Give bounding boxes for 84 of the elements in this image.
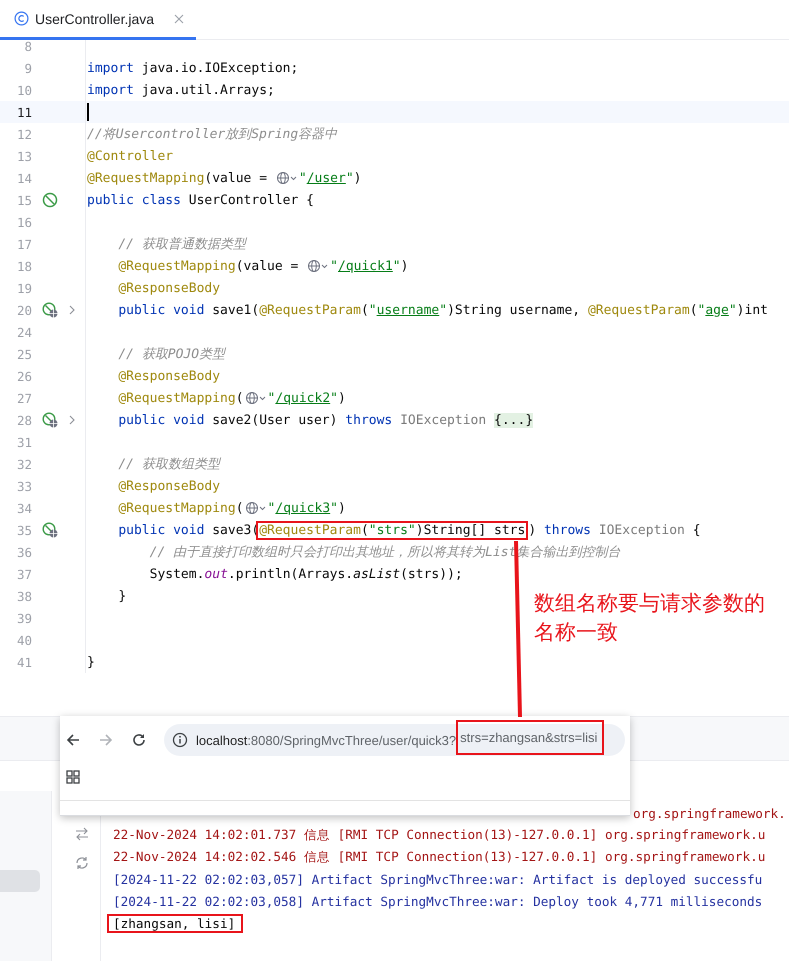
line-number: 32 [16,456,32,472]
line-number: 36 [16,544,32,560]
url-query: strs=zhangsan&strs=lisi [456,720,604,754]
close-icon[interactable] [174,14,184,24]
globe-dropdown-icon[interactable] [244,501,267,515]
line-number: 26 [16,368,32,384]
expand-chevron-icon[interactable] [68,415,76,425]
bean-icon[interactable] [42,192,58,208]
code-text: "/quick2") [268,390,346,406]
url-host: localhost [196,732,248,748]
highlighted-code: @RequestParam("strs")String[] strs [256,520,528,540]
globe-dropdown-icon[interactable] [244,391,267,405]
line-number: 16 [16,214,32,230]
code-text: @RequestMapping(value = [87,170,268,186]
code-text: public void save2(User user) throws IOException {...} [118,412,534,428]
code-text: "/quick3") [268,500,346,516]
line-number: 13 [16,148,32,164]
line-number: 17 [16,236,32,252]
code-text: // 获取数组类型 [118,456,220,473]
line-number: 12 [16,126,32,142]
callout-text: 数组名称要与请求参数的名称一致 [534,591,765,646]
code-text: ) throws IOException { [528,522,701,538]
code-text: } [118,588,126,604]
code-text: @RequestMapping( [118,390,244,406]
line-number: 37 [16,566,32,582]
console-line: org.springframework. [633,806,786,820]
console-line: 22-Nov-2024 14:02:02.546 信息 [RMI TCP Connection(13)-127.0.0.1] org.springframework.u [113,848,766,866]
endpoint-icon[interactable] [42,412,58,428]
soft-wrap-icon[interactable] [74,826,90,842]
line-number: 11 [16,104,32,120]
code-text: public class UserController { [87,192,314,208]
info-icon[interactable] [172,732,188,748]
code-text: public void save1(@RequestParam("username")String username, @RequestParam("age")int [118,302,768,318]
code-text: import java.util.Arrays; [87,82,275,98]
text-cursor [87,103,89,121]
line-number: 39 [16,610,32,626]
line-number: 15 [16,192,32,208]
code-text: "/quick1") [330,258,408,274]
apps-icon[interactable] [66,770,80,784]
url-path: :8080/SpringMvcThree/user/quick3? [247,732,456,748]
code-text: import java.io.IOException; [87,60,298,76]
code-text: // 获取POJO类型 [118,346,226,363]
endpoint-icon[interactable] [42,522,58,538]
line-number: 28 [16,412,32,428]
endpoint-icon[interactable] [42,302,58,318]
line-number: 9 [23,60,32,76]
console-line: 22-Nov-2024 14:02:01.737 信息 [RMI TCP Connection(13)-127.0.0.1] org.springframework.u [113,826,766,844]
globe-dropdown-icon[interactable] [307,259,330,273]
rerun-icon[interactable] [74,855,90,871]
class-icon [14,11,29,26]
code-text: @ResponseBody [118,478,220,494]
expand-chevron-icon[interactable] [68,305,76,315]
line-number: 31 [16,434,32,450]
line-number: 18 [16,258,32,274]
program-output: [zhangsan, lisi] [107,914,244,932]
code-text: //将Usercontroller放到Spring容器中 [87,126,338,143]
line-number: 8 [23,40,32,54]
line-number: 33 [16,478,32,494]
line-number: 40 [16,632,32,648]
code-text: @ResponseBody [118,368,220,384]
code-text: // 获取普通数据类型 [118,236,246,253]
line-number: 19 [16,280,32,296]
line-number: 35 [16,522,32,538]
code-text: System.out.println(Arrays.asList(strs)); [150,566,463,582]
line-number: 34 [16,500,32,516]
console-line: [2024-11-22 02:02:03,057] Artifact SpringMvcThree:war: Artifact is deployed successfu [113,872,762,886]
code-text: "/user") [298,170,362,186]
back-icon[interactable] [65,732,81,748]
code-text: @Controller [87,148,174,164]
code-text: @ResponseBody [118,280,220,296]
line-number: 27 [16,390,32,406]
line-number: 20 [16,302,32,318]
line-number: 25 [16,346,32,362]
code-text: } [87,654,95,670]
line-number: 10 [16,82,32,98]
globe-dropdown-icon[interactable] [276,171,298,185]
reload-icon[interactable] [131,732,147,748]
console-line: [2024-11-22 02:02:03,058] Artifact SpringMvcThree:war: Deploy took 4,771 milliseconds [113,894,762,908]
line-number: 24 [16,324,32,340]
line-number: 41 [16,654,32,670]
line-number: 38 [16,588,32,604]
code-text: @RequestMapping( [118,500,244,516]
line-number: 14 [16,170,32,186]
code-text: @RequestMapping(value = [118,258,300,274]
